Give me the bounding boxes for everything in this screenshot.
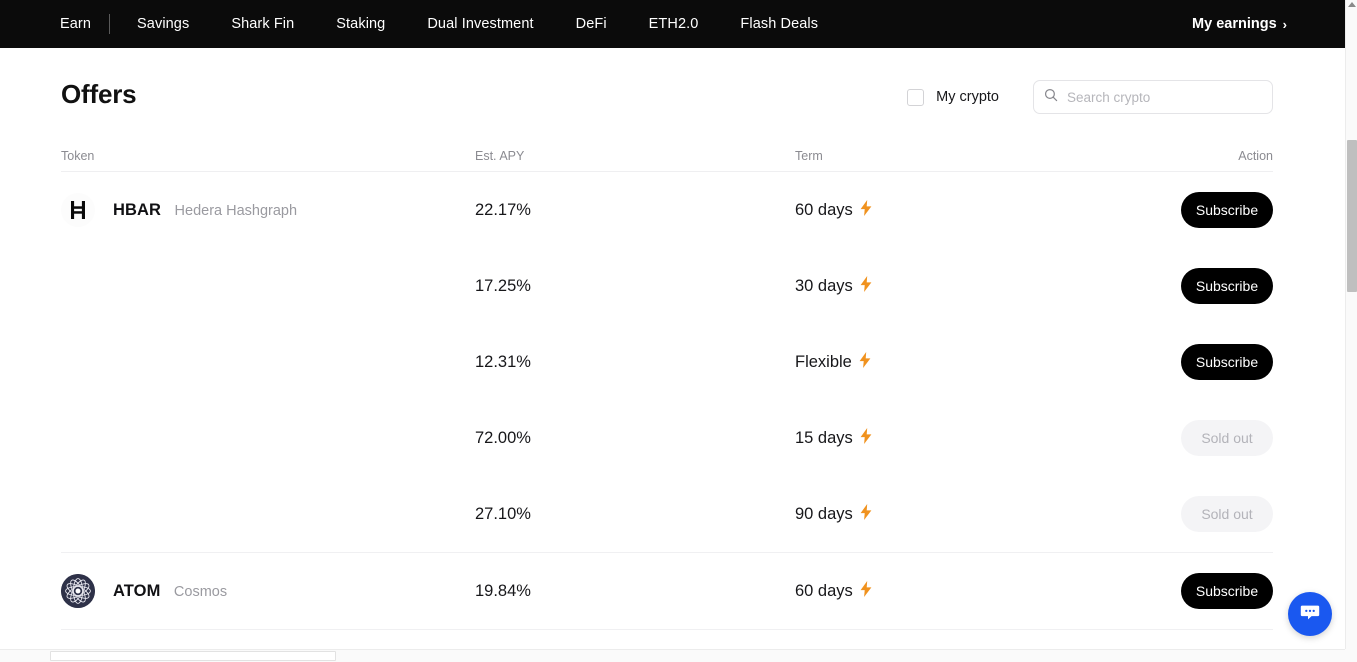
top-navigation-bar: Earn Savings Shark Fin Staking Dual Inve… xyxy=(0,0,1345,48)
subscribe-button[interactable]: Subscribe xyxy=(1181,268,1273,304)
action-cell: Sold out xyxy=(1085,420,1273,456)
nav-item-dual-investment[interactable]: Dual Investment xyxy=(406,0,554,48)
atom-logo-icon xyxy=(61,574,95,608)
term-cell: 60 days xyxy=(795,200,1085,221)
scrollbar-corner xyxy=(1345,649,1357,662)
table-row[interactable]: 27.10% 90 days Sold out xyxy=(61,476,1273,552)
page-header: Offers My crypto xyxy=(0,48,1345,140)
term-value: 30 days xyxy=(795,277,853,296)
column-header-action: Action xyxy=(1085,149,1273,163)
term-cell: 90 days xyxy=(795,504,1085,525)
apy-value: 19.84% xyxy=(475,582,531,600)
subscribe-button[interactable]: Subscribe xyxy=(1181,344,1273,380)
subscribe-button[interactable]: Subscribe xyxy=(1181,192,1273,228)
chat-widget-button[interactable] xyxy=(1288,592,1332,636)
flash-deal-bolt-icon xyxy=(860,200,872,221)
apy-value: 22.17% xyxy=(475,201,531,219)
search-icon xyxy=(1044,88,1058,107)
term-cell: 60 days xyxy=(795,581,1085,602)
page-root: Earn Savings Shark Fin Staking Dual Inve… xyxy=(0,0,1357,662)
table-row[interactable]: 17.25% 30 days Subscribe xyxy=(61,248,1273,324)
subscribe-button[interactable]: Subscribe xyxy=(1181,573,1273,609)
token-group-hbar: HBAR Hedera Hashgraph 22.17% 60 days xyxy=(61,172,1273,553)
vertical-scrollbar-thumb[interactable] xyxy=(1347,140,1357,292)
apy-cell: 22.17% xyxy=(475,201,795,220)
scroll-up-arrow-icon[interactable] xyxy=(1348,2,1356,7)
term-cell: 15 days xyxy=(795,428,1085,449)
table-row[interactable]: ATOM Cosmos 19.84% 60 days xyxy=(61,553,1273,629)
nav-item-savings[interactable]: Savings xyxy=(116,0,210,48)
search-crypto-box[interactable] xyxy=(1033,80,1273,114)
column-header-term: Term xyxy=(795,149,1085,163)
offers-table: Token Est. APY Term Action xyxy=(0,140,1345,630)
term-cell: Flexible xyxy=(795,352,1085,373)
nav-item-eth2[interactable]: ETH2.0 xyxy=(628,0,720,48)
apy-value: 12.31% xyxy=(475,353,531,371)
search-input[interactable] xyxy=(1067,90,1262,105)
chat-bubble-icon xyxy=(1298,600,1322,629)
nav-links: Earn Savings Shark Fin Staking Dual Inve… xyxy=(48,0,839,48)
token-symbol: ATOM xyxy=(113,582,160,600)
nav-item-defi[interactable]: DeFi xyxy=(555,0,628,48)
token-group-atom: ATOM Cosmos 19.84% 60 days xyxy=(61,553,1273,630)
my-crypto-filter[interactable]: My crypto xyxy=(907,89,999,106)
term-value: 90 days xyxy=(795,505,853,524)
nav-item-staking[interactable]: Staking xyxy=(315,0,406,48)
my-earnings-link[interactable]: My earnings › xyxy=(1192,16,1287,32)
flash-deal-bolt-icon xyxy=(860,428,872,449)
apy-cell: 72.00% xyxy=(475,429,795,448)
flash-deal-bolt-icon xyxy=(860,581,872,602)
header-controls: My crypto xyxy=(907,80,1273,114)
action-cell: Subscribe xyxy=(1085,573,1273,609)
sold-out-button: Sold out xyxy=(1181,420,1273,456)
table-row[interactable]: 72.00% 15 days Sold out xyxy=(61,400,1273,476)
term-value: 60 days xyxy=(795,201,853,220)
horizontal-scrollbar-thumb[interactable] xyxy=(50,651,336,661)
table-row[interactable]: 12.31% Flexible Subscribe xyxy=(61,324,1273,400)
token-symbol: HBAR xyxy=(113,201,161,219)
chevron-right-icon: › xyxy=(1283,17,1287,32)
hbar-logo-icon xyxy=(61,193,95,227)
action-cell: Sold out xyxy=(1085,496,1273,532)
action-cell: Subscribe xyxy=(1085,344,1273,380)
table-header-row: Token Est. APY Term Action xyxy=(61,140,1273,172)
nav-item-earn[interactable]: Earn xyxy=(48,0,107,48)
my-earnings-label: My earnings xyxy=(1192,16,1277,32)
term-cell: 30 days xyxy=(795,276,1085,297)
flash-deal-bolt-icon xyxy=(859,352,871,373)
sold-out-button: Sold out xyxy=(1181,496,1273,532)
horizontal-scrollbar[interactable] xyxy=(0,649,1345,662)
term-value: 15 days xyxy=(795,429,853,448)
vertical-scrollbar[interactable] xyxy=(1345,0,1357,662)
action-cell: Subscribe xyxy=(1085,192,1273,228)
apy-value: 17.25% xyxy=(475,277,531,295)
token-name: Cosmos xyxy=(174,584,227,600)
nav-item-flash-deals[interactable]: Flash Deals xyxy=(719,0,839,48)
nav-divider xyxy=(109,14,110,34)
apy-cell: 12.31% xyxy=(475,353,795,372)
token-name: Hedera Hashgraph xyxy=(175,203,298,219)
nav-item-shark-fin[interactable]: Shark Fin xyxy=(210,0,315,48)
term-value: Flexible xyxy=(795,353,852,372)
apy-cell: 19.84% xyxy=(475,582,795,601)
flash-deal-bolt-icon xyxy=(860,276,872,297)
term-value: 60 days xyxy=(795,582,853,601)
column-header-apy: Est. APY xyxy=(475,149,795,163)
page-title: Offers xyxy=(61,79,136,110)
apy-value: 72.00% xyxy=(475,429,531,447)
table-row[interactable]: HBAR Hedera Hashgraph 22.17% 60 days xyxy=(61,172,1273,248)
token-cell: HBAR Hedera Hashgraph xyxy=(61,193,475,227)
main-content: Offers My crypto xyxy=(0,48,1345,648)
apy-cell: 27.10% xyxy=(475,505,795,524)
column-header-token: Token xyxy=(61,149,475,163)
my-crypto-label: My crypto xyxy=(936,89,999,105)
my-crypto-checkbox[interactable] xyxy=(907,89,924,106)
apy-value: 27.10% xyxy=(475,505,531,523)
action-cell: Subscribe xyxy=(1085,268,1273,304)
apy-cell: 17.25% xyxy=(475,277,795,296)
flash-deal-bolt-icon xyxy=(860,504,872,525)
token-cell: ATOM Cosmos xyxy=(61,574,475,608)
